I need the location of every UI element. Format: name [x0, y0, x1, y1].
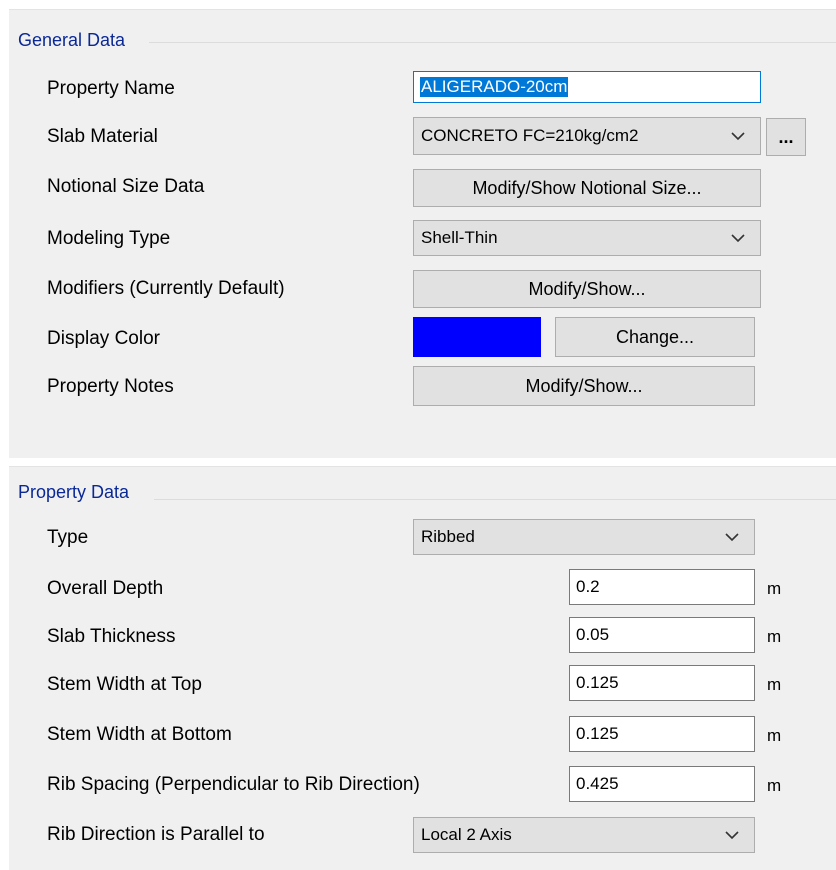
rib-spacing-label: Rib Spacing (Perpendicular to Rib Direct… [47, 774, 420, 795]
modeling-type-label: Modeling Type [47, 228, 171, 249]
rib-spacing-unit: m [767, 776, 782, 795]
chevron-down-icon [725, 831, 739, 840]
property-data-title: Property Data [18, 482, 134, 503]
modifiers-button[interactable]: Modify/Show... [413, 270, 761, 308]
slab-material-value: CONCRETO FC=210kg/cm2 [421, 126, 639, 145]
group-divider [154, 499, 836, 500]
slab-material-label: Slab Material [47, 126, 158, 147]
property-notes-button[interactable]: Modify/Show... [413, 366, 755, 406]
chevron-down-icon [731, 234, 745, 243]
stem-width-bottom-label: Stem Width at Bottom [47, 724, 232, 745]
property-data-group: Property Data Type Ribbed Overall Depth … [9, 466, 836, 870]
rib-direction-value: Local 2 Axis [421, 825, 512, 844]
overall-depth-unit: m [767, 579, 782, 598]
chevron-down-icon [731, 132, 745, 141]
group-divider [149, 42, 836, 43]
notional-size-label: Notional Size Data [47, 176, 205, 197]
browse-material-button[interactable]: ... [766, 118, 806, 156]
overall-depth-input[interactable]: 0.2 [569, 569, 755, 605]
property-name-label: Property Name [47, 78, 175, 99]
property-notes-label: Property Notes [47, 376, 174, 397]
stem-width-top-label: Stem Width at Top [47, 674, 202, 695]
general-data-group: General Data Property Name ALIGERADO-20c… [9, 9, 836, 458]
rib-spacing-input[interactable]: 0.425 [569, 766, 755, 802]
stem-width-top-input[interactable]: 0.125 [569, 665, 755, 701]
stem-width-bottom-input[interactable]: 0.125 [569, 716, 755, 752]
display-color-label: Display Color [47, 328, 160, 349]
overall-depth-label: Overall Depth [47, 578, 164, 599]
slab-material-dropdown[interactable]: CONCRETO FC=210kg/cm2 [413, 117, 761, 155]
modifiers-label: Modifiers (Currently Default) [47, 278, 285, 299]
type-dropdown[interactable]: Ribbed [413, 519, 755, 555]
property-name-value: ALIGERADO-20cm [420, 77, 569, 97]
general-data-title: General Data [18, 30, 130, 51]
rib-direction-dropdown[interactable]: Local 2 Axis [413, 817, 755, 853]
chevron-down-icon [725, 533, 739, 542]
stem-width-top-unit: m [767, 675, 782, 694]
modeling-type-dropdown[interactable]: Shell-Thin [413, 220, 761, 256]
property-name-input[interactable]: ALIGERADO-20cm [413, 71, 761, 103]
modeling-type-value: Shell-Thin [421, 228, 498, 247]
change-color-button[interactable]: Change... [555, 317, 755, 357]
stem-width-bottom-unit: m [767, 726, 782, 745]
notional-size-button[interactable]: Modify/Show Notional Size... [413, 169, 761, 207]
rib-direction-label: Rib Direction is Parallel to [47, 824, 265, 845]
slab-thickness-label: Slab Thickness [47, 626, 176, 647]
display-color-swatch[interactable] [413, 317, 541, 357]
slab-thickness-unit: m [767, 627, 782, 646]
type-value: Ribbed [421, 527, 475, 546]
slab-thickness-input[interactable]: 0.05 [569, 617, 755, 653]
type-label: Type [47, 527, 89, 548]
